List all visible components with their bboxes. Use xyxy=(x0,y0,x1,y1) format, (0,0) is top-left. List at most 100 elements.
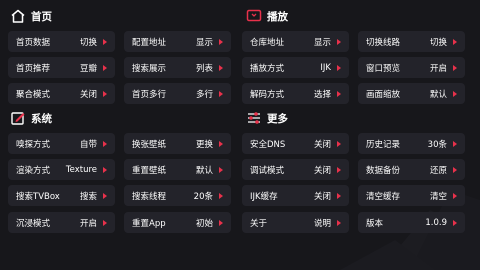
setting-label: 重置App xyxy=(132,218,166,229)
setting-about[interactable]: 关于 说明 xyxy=(242,212,349,233)
setting-repo-url[interactable]: 仓库地址 显示 xyxy=(242,31,349,52)
setting-immersive-mode[interactable]: 沉浸模式 开启 xyxy=(8,212,115,233)
setting-search-display[interactable]: 搜索展示 列表 xyxy=(124,57,231,78)
setting-reset-wallpaper[interactable]: 重置壁纸 默认 xyxy=(124,159,231,180)
setting-value: 说明 xyxy=(313,218,331,229)
edit-icon xyxy=(10,110,26,126)
setting-value: 选择 xyxy=(313,89,331,100)
chevron-right-icon xyxy=(337,219,341,226)
home-icon xyxy=(10,8,26,24)
setting-value: 关闭 xyxy=(313,165,331,176)
setting-home-rows[interactable]: 首页多行 多行 xyxy=(124,83,231,104)
setting-change-wallpaper[interactable]: 换张壁纸 更换 xyxy=(124,133,231,154)
setting-label: 切换线路 xyxy=(366,37,401,48)
setting-decode-mode[interactable]: 解码方式 选择 xyxy=(242,83,349,104)
setting-label: 画面缩放 xyxy=(366,89,401,100)
setting-value: IJK xyxy=(320,62,331,73)
setting-label: 渲染方式 xyxy=(16,165,51,176)
setting-value: 自带 xyxy=(79,139,97,150)
setting-label: 首页推荐 xyxy=(16,63,51,74)
chevron-right-icon xyxy=(453,219,457,226)
setting-value: 关闭 xyxy=(313,139,331,150)
section-home-title: 首页 xyxy=(31,10,52,23)
chevron-right-icon xyxy=(453,38,457,45)
setting-label: 首页数据 xyxy=(16,37,51,48)
setting-value: 还原 xyxy=(429,165,447,176)
setting-value: 初始 xyxy=(195,218,213,229)
setting-home-recommend[interactable]: 首页推荐 豆瓣 xyxy=(8,57,115,78)
setting-clear-cache[interactable]: 清空缓存 清空 xyxy=(358,185,465,206)
setting-value: 开启 xyxy=(429,63,447,74)
setting-version[interactable]: 版本 1.0.9 xyxy=(358,212,465,233)
chevron-right-icon xyxy=(219,38,223,45)
setting-value: 30条 xyxy=(427,139,447,150)
setting-label: 搜索展示 xyxy=(132,63,167,74)
setting-value: 关闭 xyxy=(79,89,97,100)
setting-label: 安全DNS xyxy=(250,139,286,150)
setting-sniff-mode[interactable]: 嗅探方式 自带 xyxy=(8,133,115,154)
chevron-right-icon xyxy=(453,192,457,199)
setting-debug-mode[interactable]: 调试模式 关闭 xyxy=(242,159,349,180)
setting-value: 列表 xyxy=(195,63,213,74)
chevron-right-icon xyxy=(337,38,341,45)
chevron-right-icon xyxy=(453,166,457,173)
setting-value: 1.0.9 xyxy=(425,217,447,228)
chevron-right-icon xyxy=(219,219,223,226)
setting-value: 20条 xyxy=(193,191,213,202)
setting-history[interactable]: 历史记录 30条 xyxy=(358,133,465,154)
setting-value: 切换 xyxy=(79,37,97,48)
chevron-right-icon xyxy=(103,192,107,199)
setting-label: 换张壁纸 xyxy=(132,139,167,150)
setting-value: 关闭 xyxy=(313,191,331,202)
setting-value: 显示 xyxy=(313,37,331,48)
setting-home-data[interactable]: 首页数据 切换 xyxy=(8,31,115,52)
setting-label: 首页多行 xyxy=(132,89,167,100)
chevron-right-icon xyxy=(103,90,107,97)
setting-label: 搜索TVBox xyxy=(16,191,60,202)
setting-value: 切换 xyxy=(429,37,447,48)
chevron-right-icon xyxy=(103,166,107,173)
chevron-right-icon xyxy=(219,166,223,173)
setting-data-backup[interactable]: 数据备份 还原 xyxy=(358,159,465,180)
setting-ijk-cache[interactable]: IJK缓存 关闭 xyxy=(242,185,349,206)
chevron-right-icon xyxy=(337,64,341,71)
chevron-right-icon xyxy=(453,64,457,71)
setting-label: 聚合模式 xyxy=(16,89,51,100)
setting-aggregate-mode[interactable]: 聚合模式 关闭 xyxy=(8,83,115,104)
setting-value: 多行 xyxy=(195,89,213,100)
chevron-right-icon xyxy=(453,140,457,147)
setting-label: 调试模式 xyxy=(250,165,285,176)
setting-label: 历史记录 xyxy=(366,139,401,150)
setting-search-tvbox[interactable]: 搜索TVBox 搜索 xyxy=(8,185,115,206)
setting-value: 更换 xyxy=(195,139,213,150)
setting-label: 版本 xyxy=(366,218,384,229)
setting-value: Texture xyxy=(65,164,97,175)
setting-label: IJK缓存 xyxy=(250,191,278,202)
chevron-right-icon xyxy=(337,90,341,97)
chevron-right-icon xyxy=(219,140,223,147)
setting-render-mode[interactable]: 渲染方式 Texture xyxy=(8,159,115,180)
chevron-right-icon xyxy=(337,192,341,199)
setting-screen-scale[interactable]: 画面缩放 默认 xyxy=(358,83,465,104)
setting-play-mode[interactable]: 播放方式 IJK xyxy=(242,57,349,78)
setting-config-url[interactable]: 配置地址 显示 xyxy=(124,31,231,52)
setting-window-preview[interactable]: 窗口预览 开启 xyxy=(358,57,465,78)
setting-switch-line[interactable]: 切换线路 切换 xyxy=(358,31,465,52)
setting-reset-app[interactable]: 重置App 初始 xyxy=(124,212,231,233)
section-more-header: 更多 xyxy=(246,108,288,128)
setting-value: 豆瓣 xyxy=(79,63,97,74)
chevron-right-icon xyxy=(103,140,107,147)
setting-label: 沉浸模式 xyxy=(16,218,51,229)
setting-search-threads[interactable]: 搜索线程 20条 xyxy=(124,185,231,206)
setting-safe-dns[interactable]: 安全DNS 关闭 xyxy=(242,133,349,154)
setting-label: 重置壁纸 xyxy=(132,165,167,176)
setting-label: 播放方式 xyxy=(250,63,285,74)
setting-label: 搜索线程 xyxy=(132,191,167,202)
section-home-header: 首页 xyxy=(10,6,52,26)
setting-value: 默认 xyxy=(195,165,213,176)
setting-label: 数据备份 xyxy=(366,165,401,176)
setting-label: 配置地址 xyxy=(132,37,167,48)
setting-label: 嗅探方式 xyxy=(16,139,51,150)
section-system-header: 系统 xyxy=(10,108,52,128)
chevron-right-icon xyxy=(103,219,107,226)
